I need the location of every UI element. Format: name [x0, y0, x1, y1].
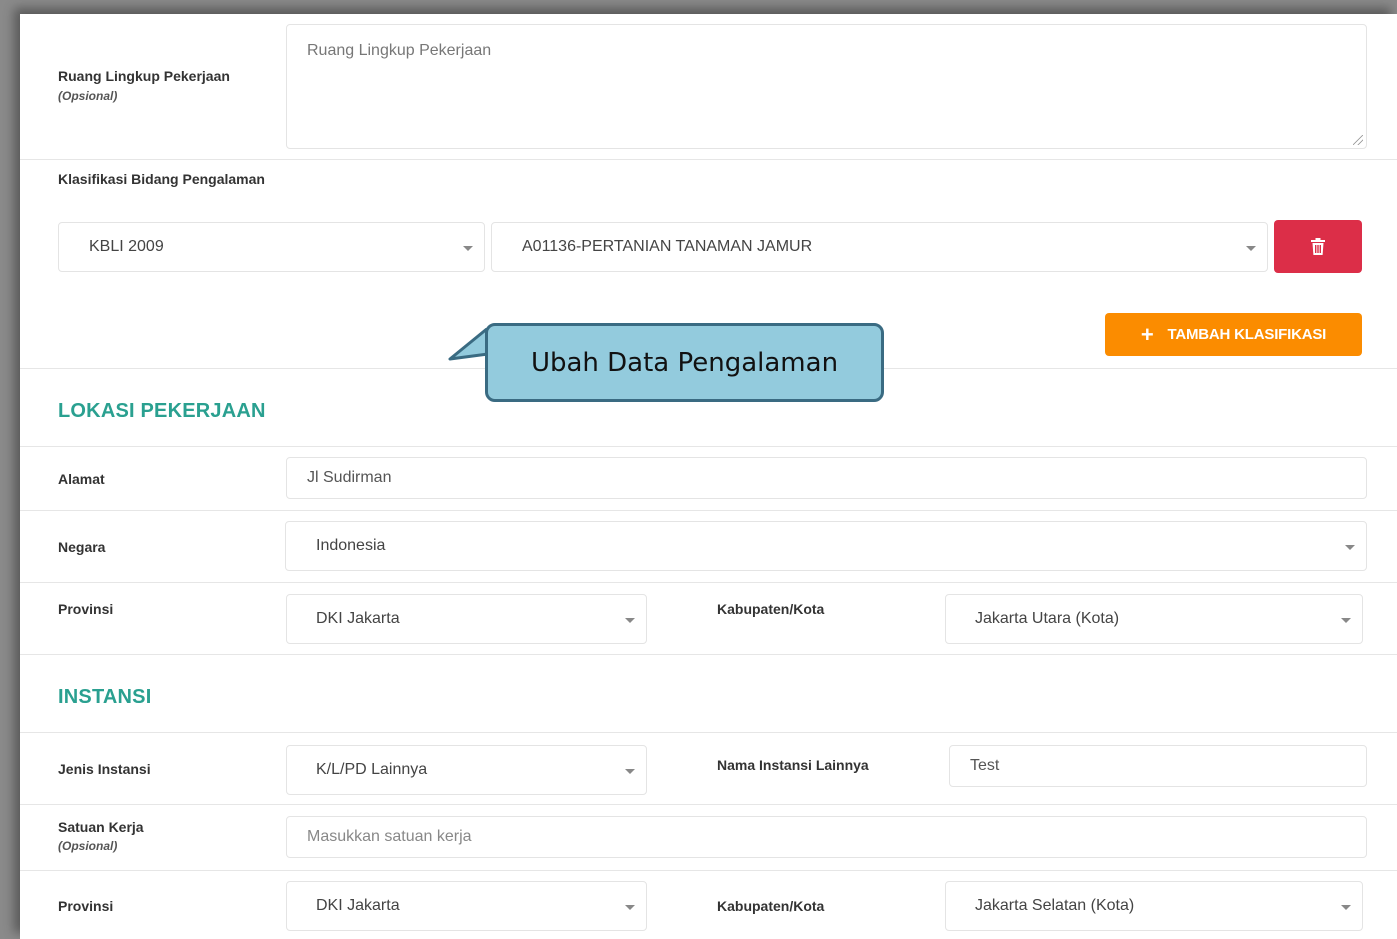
unit-optional-note: (Opsional) — [58, 839, 118, 853]
instansi-province-value: DKI Jakarta — [316, 897, 400, 914]
chevron-down-icon — [1341, 905, 1351, 910]
add-classification-button[interactable]: + TAMBAH KLASIFIKASI — [1105, 313, 1362, 356]
location-province-value: DKI Jakarta — [316, 610, 400, 627]
location-section-title: LOKASI PEKERJAAN — [58, 400, 266, 422]
callout-text: Ubah Data Pengalaman — [530, 347, 839, 378]
chevron-down-icon — [1246, 246, 1256, 251]
instansi-type-value: K/L/PD Lainnya — [316, 761, 428, 778]
unit-placeholder: Masukkan satuan kerja — [307, 828, 472, 845]
divider — [20, 804, 1397, 805]
instansi-city-value: Jakarta Selatan (Kota) — [975, 897, 1135, 914]
scope-textarea[interactable]: Ruang Lingkup Pekerjaan — [286, 24, 1367, 149]
instansi-province-label: Provinsi — [58, 898, 114, 914]
classification-type-value: KBLI 2009 — [89, 238, 164, 255]
instansi-section-title: INSTANSI — [58, 686, 152, 708]
address-input[interactable]: Jl Sudirman — [286, 457, 1367, 499]
instansi-city-label: Kabupaten/Kota — [717, 898, 825, 914]
chevron-down-icon — [625, 618, 635, 623]
add-classification-label: TAMBAH KLASIFIKASI — [1167, 326, 1327, 343]
location-city-value: Jakarta Utara (Kota) — [975, 610, 1120, 627]
scope-optional-note: (Opsional) — [58, 89, 118, 103]
instansi-other-label: Nama Instansi Lainnya — [717, 757, 869, 773]
resize-handle-icon[interactable] — [1353, 135, 1363, 145]
instansi-other-value: Test — [970, 757, 1000, 774]
classification-label: Klasifikasi Bidang Pengalaman — [58, 171, 265, 187]
classification-code-value: A01136-PERTANIAN TANAMAN JAMUR — [522, 238, 813, 255]
classification-type-select[interactable]: KBLI 2009 — [58, 222, 485, 272]
instansi-other-input[interactable]: Test — [949, 745, 1367, 787]
divider — [20, 446, 1397, 447]
chevron-down-icon — [463, 246, 473, 251]
divider — [20, 159, 1397, 160]
scope-label: Ruang Lingkup Pekerjaan — [58, 68, 230, 84]
divider — [20, 732, 1397, 733]
instansi-city-select[interactable]: Jakarta Selatan (Kota) — [945, 881, 1363, 931]
country-label: Negara — [58, 539, 106, 555]
location-province-select[interactable]: DKI Jakarta — [286, 594, 647, 644]
divider — [20, 582, 1397, 583]
scope-placeholder: Ruang Lingkup Pekerjaan — [307, 42, 492, 59]
classification-code-select[interactable]: A01136-PERTANIAN TANAMAN JAMUR — [491, 222, 1268, 272]
chevron-down-icon — [625, 905, 635, 910]
unit-input[interactable]: Masukkan satuan kerja — [286, 816, 1367, 858]
instansi-type-select[interactable]: K/L/PD Lainnya — [286, 745, 647, 795]
divider — [20, 510, 1397, 511]
country-value: Indonesia — [316, 537, 386, 554]
callout-box: Ubah Data Pengalaman — [485, 323, 884, 402]
trash-icon — [1311, 238, 1325, 255]
divider — [20, 654, 1397, 655]
chevron-down-icon — [625, 769, 635, 774]
country-select[interactable]: Indonesia — [285, 521, 1367, 571]
plus-icon: + — [1140, 321, 1154, 347]
form-panel: Ruang Lingkup Pekerjaan (Opsional) Ruang… — [20, 14, 1397, 939]
address-label: Alamat — [58, 471, 105, 487]
location-province-label: Provinsi — [58, 601, 114, 617]
divider — [20, 870, 1397, 871]
delete-classification-button[interactable] — [1274, 220, 1362, 273]
unit-label: Satuan Kerja — [58, 819, 144, 835]
chevron-down-icon — [1345, 545, 1355, 550]
location-city-label: Kabupaten/Kota — [717, 601, 825, 617]
instansi-province-select[interactable]: DKI Jakarta — [286, 881, 647, 931]
address-value: Jl Sudirman — [307, 469, 392, 486]
chevron-down-icon — [1341, 618, 1351, 623]
instansi-type-label: Jenis Instansi — [58, 761, 151, 777]
location-city-select[interactable]: Jakarta Utara (Kota) — [945, 594, 1363, 644]
